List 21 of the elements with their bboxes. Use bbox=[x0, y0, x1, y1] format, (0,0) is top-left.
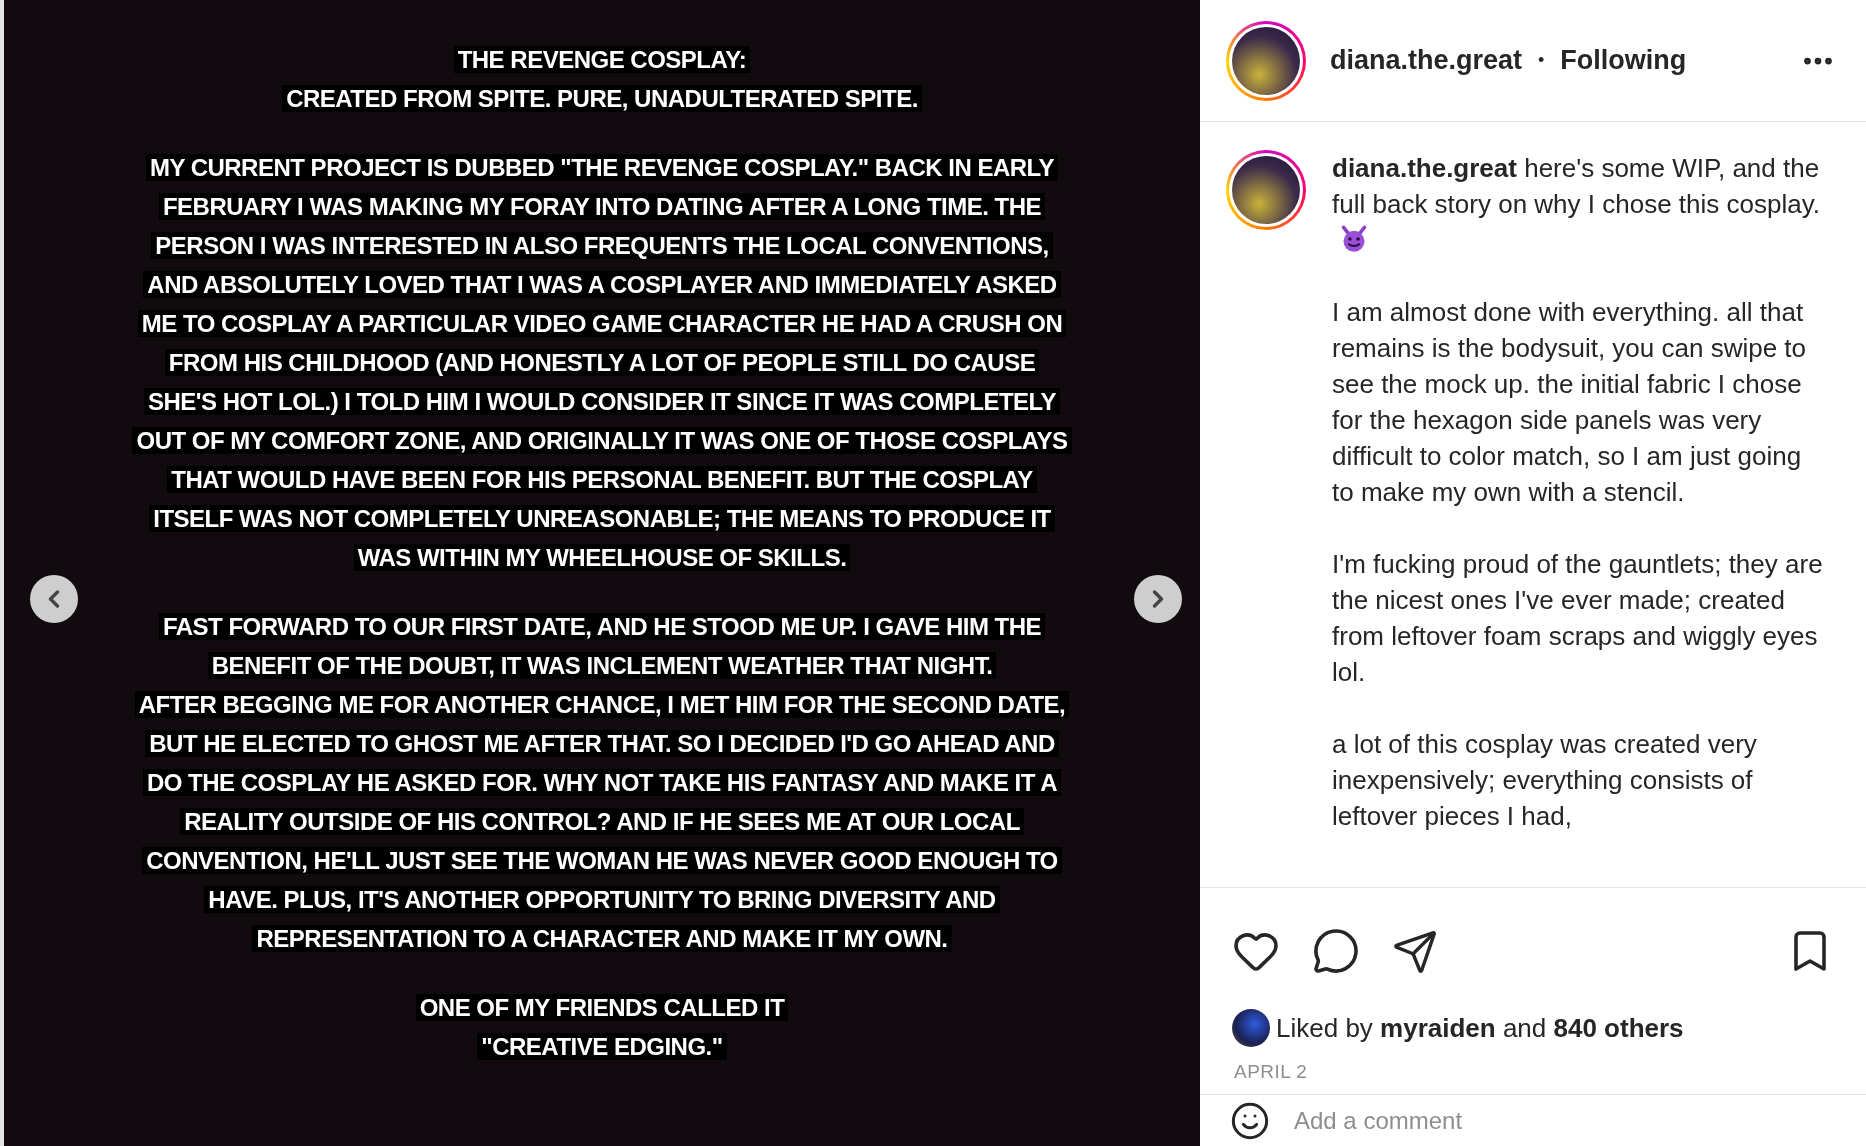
caption-text: a lot of this cosplay was created very inexpensively; everything consists of leftover pieces I had, bbox=[1332, 728, 1758, 833]
emoji-icon[interactable] bbox=[1230, 1100, 1270, 1141]
caption-text: I am almost done with everything. all that remains is the bodysuit, you can swipe to see the mock up. the initial fabric I chose for the hexagon side panels was very difficult to color match, so I am just going to make my own with a stencil. bbox=[1332, 296, 1808, 509]
previous-button[interactable] bbox=[30, 575, 78, 623]
share-icon[interactable] bbox=[1392, 928, 1438, 975]
comment-input[interactable]: Add a comment bbox=[1294, 1102, 1836, 1139]
likes-text[interactable]: Liked by myraiden and 840 others bbox=[1276, 1008, 1684, 1048]
image-text: FAST FORWARD TO OUR FIRST DATE, AND HE STOOD ME UP. I GAVE HIM THE BENEFIT OF THE DOUBT, IT WAS INCLEMENT WEATHER THAT NIGHT. AFTER BEGGING ME FOR ANOTHER CHANCE, I MET HIM FOR THE SECOND DATE, BUT HE ELECTED TO GHOST ME AFTER THAT. SO I DECIDED I'D GO AHEAD AND DO THE COSPLAY HE ASKED FOR. WHY NOT TAKE HIS FANTASY AND MAKE IT A REALITY OUTSIDE OF HIS CONTROL? AND IF HE SEES ME AT OUR LOCAL CONVENTION, HE'LL JUST SEE THE WOMAN HE WAS NEVER GOOD ENOUGH TO HAVE. PLUS, IT'S ANOTHER OPPORTUNITY TO BRING DIVERSITY AND REPRESENTATION TO A CHARACTER AND MAKE IT MY OWN. bbox=[134, 607, 1070, 958]
username-link[interactable]: diana.the.great bbox=[1330, 40, 1523, 81]
comment-icon[interactable] bbox=[1312, 926, 1360, 975]
image-text: MY CURRENT PROJECT IS DUBBED "THE REVENGE COSPLAY." BACK IN EARLY FEBRUARY I WAS MAKING MY FORAY INTO DATING AFTER A LONG TIME. THE PERSON I WAS INTERESTED IN ALSO FREQUENTS THE LOCAL CONVENTIONS, AND ABSOLUTELY LOVED THAT I WAS A COSPLAYER AND IMMEDIATELY ASKED ME TO COSPLAY A PARTICULAR VIDEO GAME CHARACTER HE HAD A CRUSH ON FROM HIS CHILDHOOD (AND HONESTLY A LOT OF PEOPLE STILL DO CAUSE SHE'S HOT LOL.) I TOLD HIM I WOULD CONSIDER IT SINCE IT WAS COMPLETELY OUT OF MY COMFORT ZONE, AND ORIGINALLY IT WAS ONE OF THOSE COSPLAYS THAT WOULD HAVE BEEN FOR HIS PERSONAL BENEFIT. BUT THE COSPLAY ITSELF WAS NOT COMPLETELY UNREASONABLE; THE MEANS TO PRODUCE IT WAS WITHIN MY WHEELHOUSE OF SKILLS. bbox=[132, 148, 1072, 577]
devil-face-icon bbox=[1340, 225, 1368, 253]
following-button[interactable]: Following bbox=[1560, 40, 1687, 81]
post-date: APRIL 2 bbox=[1233, 1059, 1309, 1084]
caption-text: diana.the.great here's some WIP, and the full back story on why I chose this cosplay. bbox=[1332, 150, 1826, 258]
image-text: THE REVENGE COSPLAY: CREATED FROM SPITE. PURE, UNADULTERATED SPITE. bbox=[282, 40, 922, 118]
image-text: ONE OF MY FRIENDS CALLED IT "CREATIVE EDGING." bbox=[415, 988, 789, 1066]
liker-avatar[interactable] bbox=[1232, 1009, 1270, 1047]
separator-dot: • bbox=[1538, 49, 1545, 72]
next-button[interactable] bbox=[1134, 575, 1182, 623]
caption-text: I'm fucking proud of the gauntlets; they are the nicest ones I've ever made; created from leftover foam scraps and wiggly eyes lol. bbox=[1332, 548, 1824, 689]
